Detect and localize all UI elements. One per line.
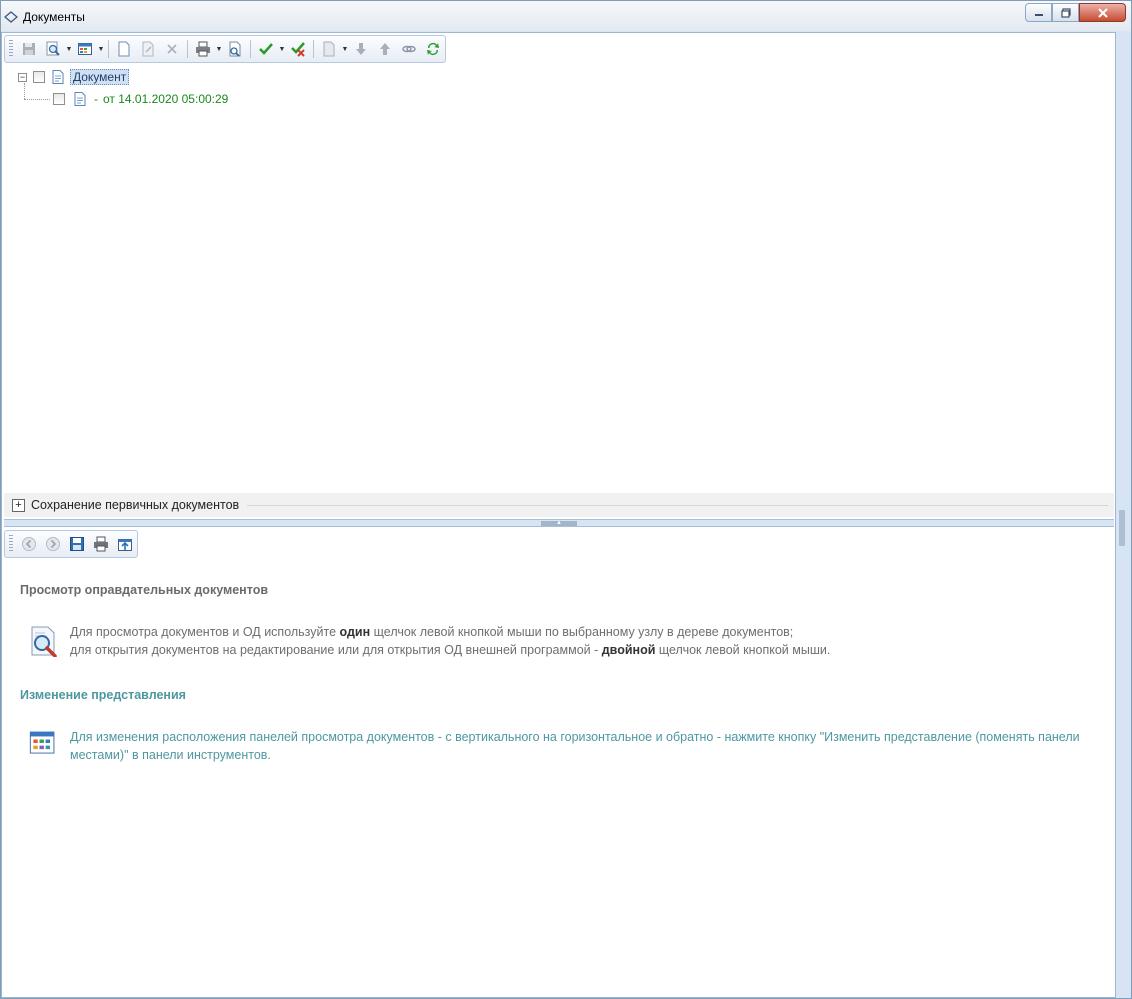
- toolbar-separator: [108, 40, 109, 58]
- forward-icon: [46, 537, 60, 551]
- preview-instructions: Для просмотра документов и ОД используйт…: [70, 623, 830, 659]
- group-divider: [247, 504, 1108, 506]
- preview-instructions-line1: Для просмотра документов и ОД используйт…: [70, 625, 794, 639]
- tree-node-checkbox[interactable]: [53, 93, 65, 105]
- move-down-button[interactable]: [349, 38, 373, 60]
- preview-instructions-line2: для открытия документов на редактировани…: [70, 643, 831, 657]
- save-button[interactable]: [17, 38, 41, 60]
- view-layout-button[interactable]: [73, 38, 97, 60]
- back-button[interactable]: [17, 533, 41, 555]
- link-button[interactable]: [397, 38, 421, 60]
- preview-button[interactable]: [41, 38, 65, 60]
- side-panel-grip[interactable]: [1119, 510, 1125, 546]
- magnifier-icon: [31, 626, 57, 657]
- link-icon: [402, 45, 416, 53]
- close-icon: [1097, 7, 1108, 18]
- export-button[interactable]: [113, 533, 137, 555]
- new-document-icon: [118, 41, 130, 57]
- print-icon: [94, 536, 108, 552]
- tree-node-dash: -: [94, 92, 98, 106]
- toolbar-separator: [250, 40, 251, 58]
- viewer-toolbar: [4, 530, 138, 558]
- save-icon: [23, 43, 35, 55]
- maximize-button[interactable]: [1052, 3, 1079, 22]
- toolbar-grip[interactable]: [9, 40, 13, 58]
- export-icon: [118, 539, 132, 551]
- section-title-preview: Просмотр оправдательных документов: [20, 583, 269, 597]
- print-preview-button[interactable]: [223, 38, 247, 60]
- forward-button[interactable]: [41, 533, 65, 555]
- document-action-button[interactable]: [317, 38, 341, 60]
- delete-icon: [167, 44, 177, 54]
- print-preview-icon: [229, 41, 241, 57]
- print-button[interactable]: [89, 533, 113, 555]
- refresh-button[interactable]: [421, 38, 445, 60]
- view-change-instructions: Для изменения расположения панелей просм…: [70, 730, 1080, 762]
- documents-window: Документы ▼ ▼ ▼ ▼ ▼ − Документ - от 14.0…: [0, 0, 1132, 999]
- restore-icon: [1060, 7, 1071, 18]
- document-action-icon: [323, 41, 335, 57]
- splitter-collapse-handle[interactable]: ▲: [541, 520, 577, 526]
- tree-node-label[interactable]: Документ: [70, 69, 130, 85]
- view-layout-dropdown[interactable]: ▼: [97, 38, 105, 60]
- print-button[interactable]: [191, 38, 215, 60]
- tree-node-child[interactable]: - от 14.01.2020 05:00:29: [53, 89, 228, 109]
- move-down-icon: [356, 43, 366, 55]
- save-button[interactable]: [65, 533, 89, 555]
- check-icon: [259, 43, 273, 55]
- section-title-view-change: Изменение представления: [20, 688, 186, 702]
- preview-dropdown[interactable]: ▼: [65, 38, 73, 60]
- window-title: Документы: [23, 10, 85, 24]
- view-layout-icon: [29, 731, 55, 754]
- tree-node-label[interactable]: от 14.01.2020 05:00:29: [103, 92, 228, 106]
- view-layout-icon: [78, 43, 92, 55]
- group-panel-header[interactable]: + Сохранение первичных документов: [4, 493, 1114, 517]
- window-controls: [1025, 3, 1126, 22]
- print-dropdown[interactable]: ▼: [215, 38, 223, 60]
- documents-toolbar: ▼ ▼ ▼ ▼ ▼: [4, 35, 446, 63]
- panel-splitter[interactable]: ▲: [4, 519, 1114, 527]
- check-dropdown[interactable]: ▼: [278, 38, 286, 60]
- close-button[interactable]: [1079, 3, 1126, 22]
- collapse-toggle[interactable]: −: [18, 72, 27, 82]
- toolbar-separator: [187, 40, 188, 58]
- print-icon: [196, 41, 210, 57]
- tree-node-root[interactable]: − Документ: [18, 67, 130, 87]
- minimize-icon: [1034, 13, 1043, 16]
- tree-node-checkbox[interactable]: [33, 71, 45, 83]
- group-panel-title: Сохранение первичных документов: [31, 498, 240, 512]
- app-icon: [4, 11, 18, 23]
- right-frame-edge: [1117, 32, 1131, 998]
- toolbar-grip[interactable]: [9, 535, 13, 553]
- move-up-button[interactable]: [373, 38, 397, 60]
- edit-document-icon: [142, 41, 154, 57]
- minimize-button[interactable]: [1025, 3, 1052, 22]
- delete-button[interactable]: [160, 38, 184, 60]
- toolbar-separator: [313, 40, 314, 58]
- uncheck-button[interactable]: [286, 38, 310, 60]
- edit-document-button[interactable]: [136, 38, 160, 60]
- document-icon: [52, 70, 64, 84]
- main-content: ▼ ▼ ▼ ▼ ▼ − Документ - от 14.01.2020 05:…: [1, 32, 1116, 998]
- new-document-button[interactable]: [112, 38, 136, 60]
- preview-icon: [46, 41, 60, 56]
- check-button[interactable]: [254, 38, 278, 60]
- refresh-icon: [427, 43, 439, 56]
- expand-toggle[interactable]: +: [12, 498, 25, 512]
- save-icon: [70, 537, 84, 551]
- tree-connector: [24, 99, 50, 100]
- back-icon: [22, 537, 36, 551]
- uncheck-icon: [291, 42, 305, 57]
- document-action-dropdown[interactable]: ▼: [341, 38, 349, 60]
- document-icon: [74, 92, 86, 106]
- document-viewer: Просмотр оправдательных документов Для п…: [10, 566, 1107, 996]
- move-up-icon: [380, 43, 390, 55]
- title-bar: Документы: [1, 1, 1131, 31]
